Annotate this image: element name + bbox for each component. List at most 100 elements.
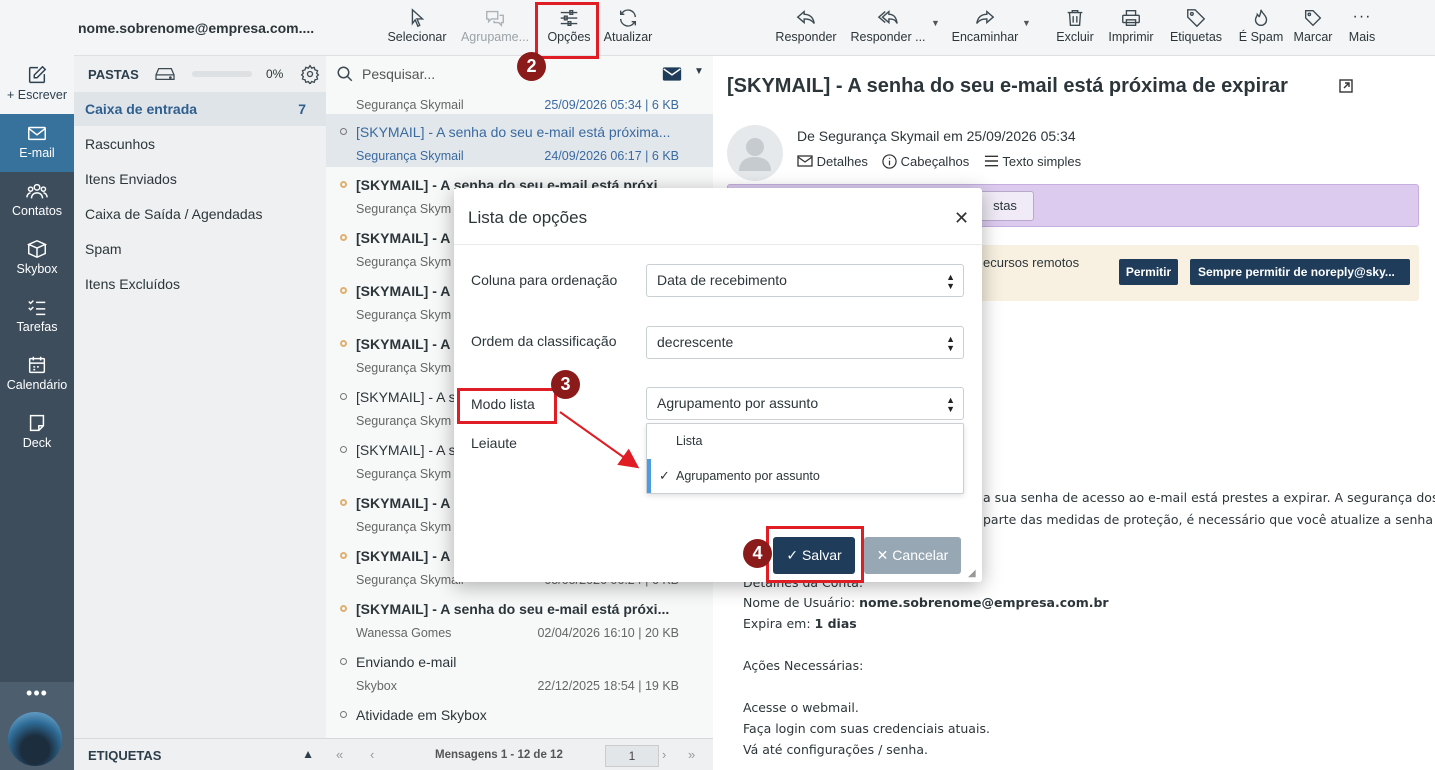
compose-button[interactable]: + Escrever	[0, 62, 74, 112]
quota-percent: 0%	[266, 67, 284, 81]
envelope-icon	[0, 122, 74, 146]
forward-icon	[946, 4, 1024, 30]
sort-order-label: Ordem da classificação	[471, 333, 617, 349]
allow-button[interactable]: Permitir	[1119, 259, 1178, 285]
folder-inbox[interactable]: Caixa de entrada 7	[74, 92, 326, 126]
rail-item-contacts[interactable]: Contatos	[0, 172, 74, 230]
quota-bar	[192, 71, 252, 77]
labels-button[interactable]: Etiquetas	[1165, 4, 1227, 52]
last-page-icon[interactable]: »	[688, 747, 695, 762]
open-in-new-window-icon[interactable]	[1339, 79, 1353, 96]
user-avatar[interactable]	[8, 712, 62, 766]
expires-line: Expira em: 1 dias	[743, 616, 857, 631]
list-item[interactable]: [SKYMAIL] - A senha do seu e-mail está p…	[326, 591, 713, 644]
labels-section[interactable]: ETIQUETAS ▲	[74, 738, 326, 770]
reply-button[interactable]: Responder	[772, 4, 840, 52]
rail-item-deck[interactable]: Deck	[0, 404, 74, 462]
folder-drafts[interactable]: Rascunhos	[74, 127, 326, 161]
pointer-arrow	[559, 411, 640, 469]
headers-link[interactable]: Cabeçalhos	[882, 154, 969, 169]
user-email[interactable]: nome.sobrenome@empresa.com....	[78, 20, 314, 36]
unread-dot	[340, 287, 347, 294]
unread-dot	[340, 499, 347, 506]
unread-count: 7	[298, 101, 306, 117]
people-icon	[0, 180, 74, 204]
close-icon: ✕	[876, 547, 889, 563]
next-page-icon[interactable]: ›	[662, 747, 666, 762]
sort-column-label: Coluna para ordenação	[471, 272, 618, 288]
search-input[interactable]	[362, 64, 642, 84]
more-dots-icon: ···	[1352, 8, 1372, 25]
username-line: Nome de Usuário: nome.sobrenome@empresa.…	[743, 595, 1109, 610]
checklist-icon	[0, 296, 74, 320]
group-button[interactable]: Agrupame...	[459, 4, 531, 52]
envelope-filter-icon[interactable]	[662, 66, 682, 85]
gear-icon[interactable]	[300, 64, 320, 87]
read-status-dot	[340, 446, 347, 453]
print-button[interactable]: Imprimir	[1103, 4, 1159, 52]
unread-dot	[340, 340, 347, 347]
option-list[interactable]: Lista	[647, 424, 963, 458]
more-button[interactable]: ··· Mais	[1340, 4, 1384, 52]
app-rail: + Escrever E-mail Contatos Skybox Tarefa…	[0, 0, 74, 770]
list-item[interactable]: [SKYMAIL] - A senha do seu e-mail está p…	[326, 114, 713, 167]
cursor-icon	[386, 4, 448, 30]
dialog-title: Lista de opções	[468, 208, 588, 227]
highlight-options	[535, 2, 599, 59]
from-line: De Segurança Skymail em 25/09/2026 05:34	[797, 128, 1076, 144]
calendar-icon	[0, 354, 74, 378]
folder-trash[interactable]: Itens Excluídos	[74, 267, 326, 301]
refresh-icon	[601, 4, 655, 30]
reply-all-dropdown-caret[interactable]: ▼	[931, 18, 940, 28]
page-number-input[interactable]: 1	[605, 745, 659, 767]
select-button[interactable]: Selecionar	[386, 4, 448, 52]
rail-item-calendar[interactable]: Calendário	[0, 346, 74, 404]
sort-order-select[interactable]: decrescente ▲ ▼	[646, 326, 964, 359]
step-badge-2: 2	[517, 52, 546, 81]
always-allow-button[interactable]: Sempre permitir de noreply@sky...	[1190, 259, 1410, 285]
resize-handle-icon[interactable]: ◢	[968, 568, 976, 579]
option-thread[interactable]: ✓ Agrupamento por assunto	[647, 459, 963, 493]
fire-icon	[1231, 4, 1291, 30]
reply-icon	[772, 4, 840, 30]
chevron-down-icon[interactable]: ▼	[694, 66, 704, 77]
refresh-button[interactable]: Atualizar	[601, 4, 655, 52]
rail-item-skybox[interactable]: Skybox	[0, 230, 74, 288]
cancel-button[interactable]: ✕ Cancelar	[864, 537, 961, 574]
list-item[interactable]: Segurança Skymail 25/09/2026 05:34 | 6 K…	[326, 92, 713, 114]
unread-dot	[340, 605, 347, 612]
message-count: Mensagens 1 - 12 de 12	[435, 749, 563, 761]
list-mode-select[interactable]: Agrupamento por assunto ▲ ▼	[646, 387, 964, 420]
more-apps-button[interactable]: •••	[0, 682, 74, 708]
spam-button[interactable]: É Spam	[1231, 4, 1291, 52]
pencil-square-icon	[0, 64, 74, 88]
list-item[interactable]: Enviando e-mail Skybox 22/12/2025 18:54 …	[326, 644, 713, 697]
delete-button[interactable]: Excluir	[1052, 4, 1098, 52]
read-status-dot	[340, 128, 347, 135]
list-options-dialog: Lista de opções ✕ Coluna para ordenação …	[454, 188, 982, 582]
highlight-list-mode	[457, 388, 557, 424]
first-page-icon[interactable]: «	[336, 747, 343, 762]
folder-sent[interactable]: Itens Enviados	[74, 162, 326, 196]
prev-page-icon[interactable]: ‹	[370, 747, 374, 762]
plain-text-link[interactable]: Texto simples	[984, 154, 1081, 169]
chevron-up-icon[interactable]: ▲	[302, 747, 314, 761]
folder-spam[interactable]: Spam	[74, 232, 326, 266]
trash-icon	[1052, 4, 1098, 30]
forward-button[interactable]: Encaminhar	[946, 4, 1024, 52]
sort-column-select[interactable]: Data de recebimento ▲ ▼	[646, 264, 964, 297]
rail-item-tasks[interactable]: Tarefas	[0, 288, 74, 346]
rail-item-email[interactable]: E-mail	[0, 114, 74, 172]
read-status-dot	[340, 393, 347, 400]
forward-dropdown-caret[interactable]: ▼	[1022, 18, 1031, 28]
close-icon[interactable]: ✕	[954, 208, 969, 229]
mark-button[interactable]: Marcar	[1288, 4, 1338, 52]
printer-icon	[1103, 4, 1159, 30]
details-link[interactable]: Detalhes	[797, 154, 868, 169]
toolbar: nome.sobrenome@empresa.com.... Seleciona…	[74, 0, 1435, 56]
folder-outbox[interactable]: Caixa de Saída / Agendadas	[74, 197, 326, 231]
notice-button[interactable]: stas	[976, 191, 1034, 221]
search-icon	[336, 65, 354, 86]
reply-all-icon	[848, 4, 928, 30]
reply-all-button[interactable]: Responder ...	[848, 4, 928, 52]
